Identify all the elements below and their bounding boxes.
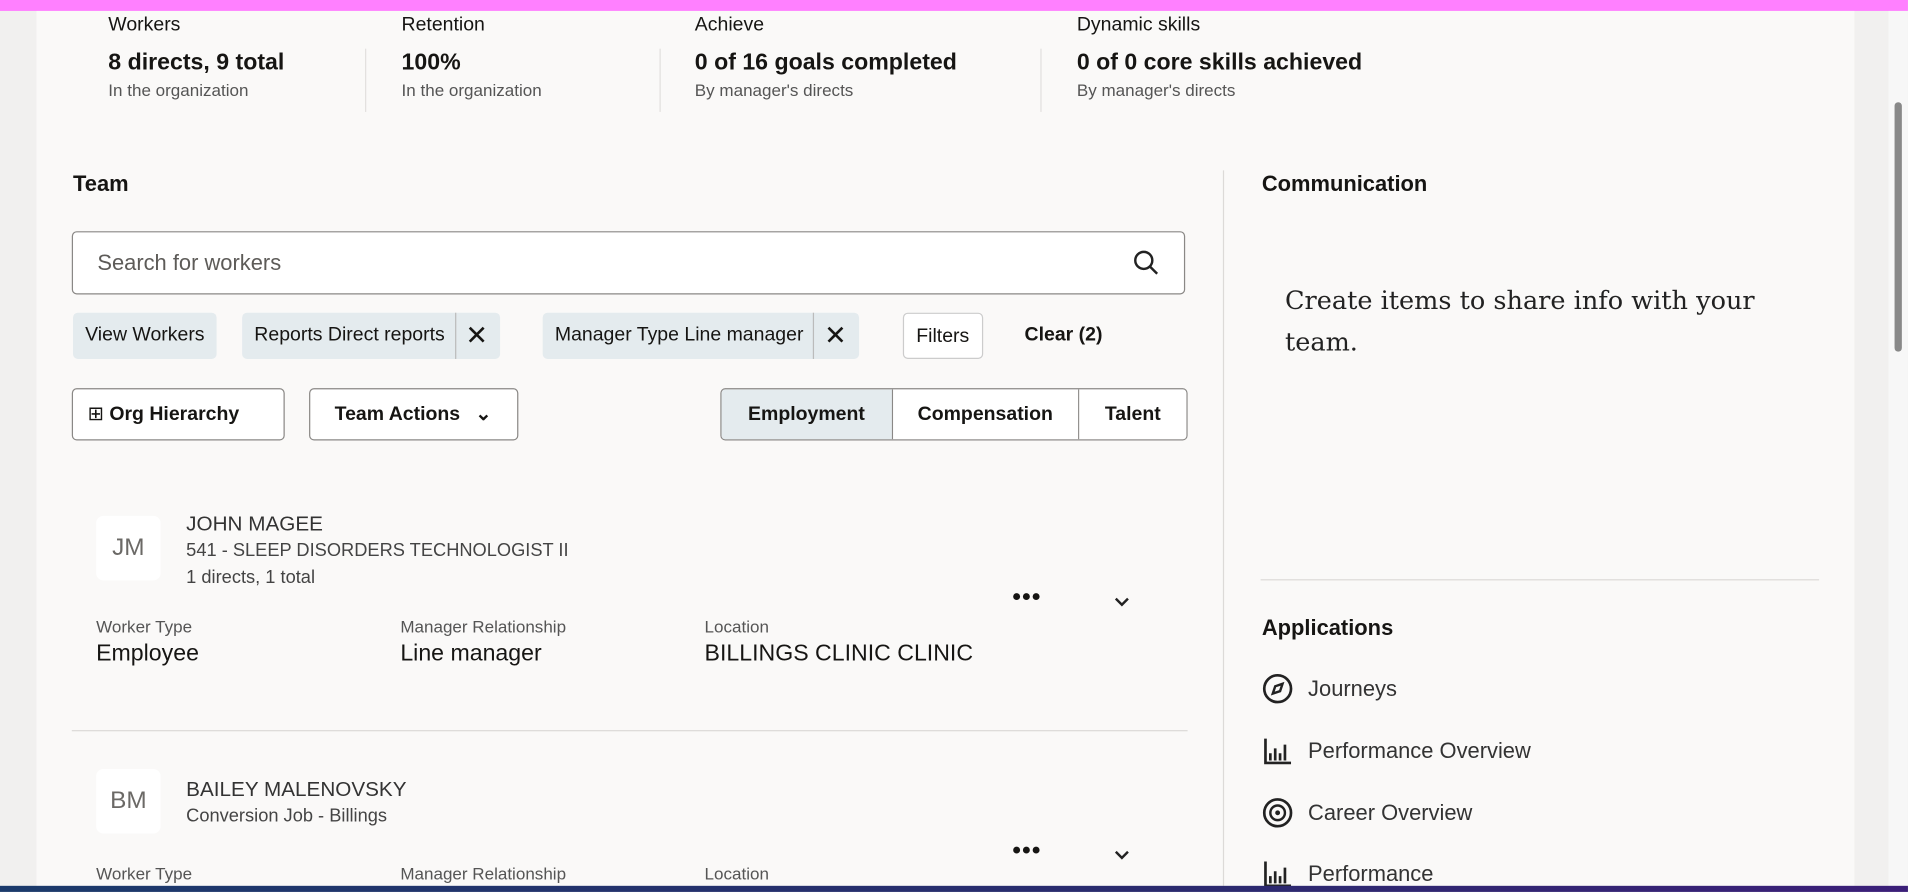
metric-achieve: Achieve 0 of 16 goals completed By manager… bbox=[695, 15, 957, 100]
tab-talent[interactable]: Talent bbox=[1079, 389, 1187, 440]
field-label: Worker Type bbox=[96, 616, 193, 637]
metric-value: 100% bbox=[401, 49, 461, 76]
bar-chart-icon bbox=[1264, 861, 1292, 888]
close-icon[interactable]: ✕ bbox=[813, 312, 847, 359]
team-actions-button[interactable]: Team Actions ⌄ bbox=[309, 388, 519, 441]
applications-title: Applications bbox=[1261, 615, 1394, 641]
more-actions-icon[interactable]: ••• bbox=[1012, 837, 1041, 865]
target-icon bbox=[1262, 798, 1293, 828]
chevron-down-icon: ⌄ bbox=[475, 403, 492, 425]
avatar: BM bbox=[96, 769, 161, 834]
app-performance-overview[interactable]: Performance Overview bbox=[1262, 735, 1531, 767]
more-actions-icon[interactable]: ••• bbox=[1012, 584, 1041, 612]
worker-type: Employee bbox=[96, 641, 199, 667]
column-divider bbox=[1222, 170, 1225, 886]
field-label: Worker Type bbox=[96, 863, 193, 884]
scrollbar-thumb[interactable] bbox=[1894, 102, 1902, 352]
org-hierarchy-icon: ⊞ bbox=[87, 403, 104, 425]
metric-sub: By manager's directs bbox=[694, 80, 854, 100]
scrollbar[interactable] bbox=[1888, 10, 1908, 886]
app-label: Performance Overview bbox=[1308, 737, 1531, 763]
chip-label: View Workers bbox=[85, 324, 205, 346]
metric-label: Achieve bbox=[694, 14, 765, 36]
communication-title: Communication bbox=[1261, 171, 1428, 196]
field-label: Location bbox=[704, 616, 769, 637]
search-input[interactable]: Search for workers bbox=[71, 231, 1186, 295]
search-placeholder: Search for workers bbox=[97, 250, 282, 275]
divider bbox=[71, 730, 1188, 732]
field-label: Manager Relationship bbox=[400, 616, 567, 637]
metric-label: Dynamic skills bbox=[1076, 14, 1201, 36]
divider bbox=[1040, 48, 1042, 112]
view-toggle: Employment Compensation Talent bbox=[720, 388, 1188, 441]
bar-chart-icon bbox=[1264, 738, 1292, 765]
worker-name[interactable]: JOHN MAGEE bbox=[186, 512, 323, 536]
button-label: Org Hierarchy bbox=[109, 403, 240, 425]
search-icon[interactable] bbox=[1133, 249, 1160, 276]
metric-workers: Workers 8 directs, 9 total In the organiza… bbox=[108, 15, 284, 100]
app-label: Performance bbox=[1308, 860, 1434, 886]
worker-job: 541 - SLEEP DISORDERS TECHNOLOGIST II bbox=[186, 540, 569, 561]
filters-button[interactable]: Filters bbox=[902, 312, 983, 359]
metric-label: Workers bbox=[108, 14, 181, 36]
worker-name[interactable]: BAILEY MALENOVSKY bbox=[186, 778, 406, 802]
communication-empty: Create items to share info with your tea… bbox=[1284, 285, 1755, 357]
button-label: Team Actions bbox=[334, 403, 461, 425]
chip-reports[interactable]: Reports Direct reports ✕ bbox=[242, 312, 501, 359]
metric-retention: Retention 100% In the organization bbox=[402, 15, 542, 100]
chip-label: Reports Direct reports bbox=[254, 324, 445, 346]
app-journeys[interactable]: Journeys bbox=[1262, 673, 1397, 705]
app-performance[interactable]: Performance bbox=[1262, 858, 1434, 890]
chip-label: Manager Type Line manager bbox=[554, 324, 804, 346]
main-panel bbox=[36, 10, 1855, 886]
chip-view-workers[interactable]: View Workers bbox=[73, 312, 217, 359]
close-icon[interactable]: ✕ bbox=[454, 312, 488, 359]
metric-value: 0 of 0 core skills achieved bbox=[1076, 49, 1363, 76]
field-label: Location bbox=[704, 863, 769, 884]
top-bar bbox=[0, 0, 1908, 11]
chevron-down-icon[interactable] bbox=[1112, 849, 1131, 861]
divider bbox=[659, 48, 661, 112]
metric-dynamic-skills: Dynamic skills 0 of 0 core skills achieve… bbox=[1077, 15, 1362, 100]
bottom-bar bbox=[0, 885, 1908, 892]
divider bbox=[365, 48, 367, 112]
filters-label: Filters bbox=[916, 326, 970, 347]
tab-employment[interactable]: Employment bbox=[721, 389, 893, 440]
metric-sub: In the organization bbox=[108, 80, 249, 100]
chevron-down-icon[interactable] bbox=[1112, 596, 1131, 608]
team-title: Team bbox=[73, 171, 129, 196]
avatar: JM bbox=[96, 515, 161, 581]
metric-sub: By manager's directs bbox=[1076, 80, 1236, 100]
clear-label: Clear (2) bbox=[1024, 324, 1103, 346]
app-label: Journeys bbox=[1308, 675, 1397, 701]
compass-icon bbox=[1262, 673, 1293, 704]
metric-value: 8 directs, 9 total bbox=[108, 49, 285, 76]
location: BILLINGS CLINIC CLINIC bbox=[704, 641, 974, 667]
org-hierarchy-button[interactable]: ⊞ Org Hierarchy bbox=[71, 388, 285, 441]
metric-sub: In the organization bbox=[401, 80, 542, 100]
worker-job: Conversion Job - Billings bbox=[186, 805, 388, 827]
app-career-overview[interactable]: Career Overview bbox=[1262, 797, 1473, 829]
divider bbox=[1260, 579, 1820, 581]
tab-compensation[interactable]: Compensation bbox=[892, 389, 1080, 440]
metric-value: 0 of 16 goals completed bbox=[694, 49, 957, 76]
clear-button[interactable]: Clear (2) bbox=[1012, 313, 1114, 359]
field-label: Manager Relationship bbox=[400, 863, 567, 884]
manager-relationship: Line manager bbox=[400, 641, 542, 667]
worker-reports[interactable]: 1 directs, 1 total bbox=[186, 567, 315, 588]
app-label: Career Overview bbox=[1308, 800, 1473, 825]
metric-label: Retention bbox=[401, 14, 485, 36]
chip-manager-type[interactable]: Manager Type Line manager ✕ bbox=[542, 312, 859, 359]
